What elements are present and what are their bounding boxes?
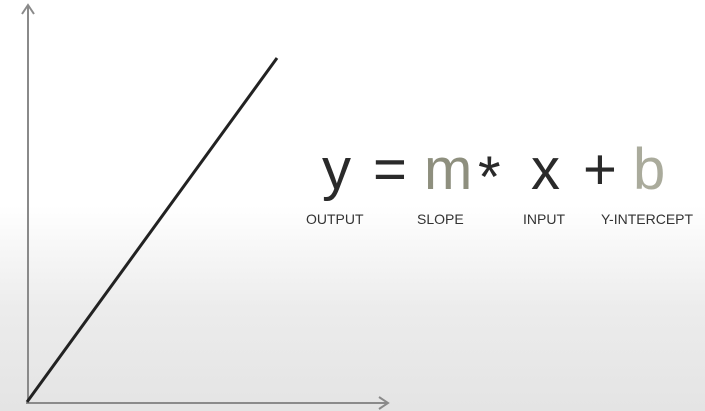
- symbol-x: x: [531, 137, 560, 202]
- symbol-equals: =: [373, 137, 407, 202]
- symbol-b: b: [633, 137, 666, 202]
- y-axis: [21, 3, 35, 404]
- graph: [21, 3, 390, 410]
- linear-function-line: [25, 57, 279, 403]
- label-y-intercept: Y-INTERCEPT: [601, 211, 694, 227]
- label-slope: SLOPE: [417, 211, 464, 227]
- symbol-y: y: [322, 137, 351, 202]
- label-output: OUTPUT: [306, 211, 364, 227]
- x-axis: [26, 396, 390, 410]
- symbol-multiply: *: [478, 145, 501, 210]
- label-input: INPUT: [523, 211, 565, 227]
- symbol-m: m: [424, 137, 473, 202]
- symbol-plus: +: [583, 137, 617, 202]
